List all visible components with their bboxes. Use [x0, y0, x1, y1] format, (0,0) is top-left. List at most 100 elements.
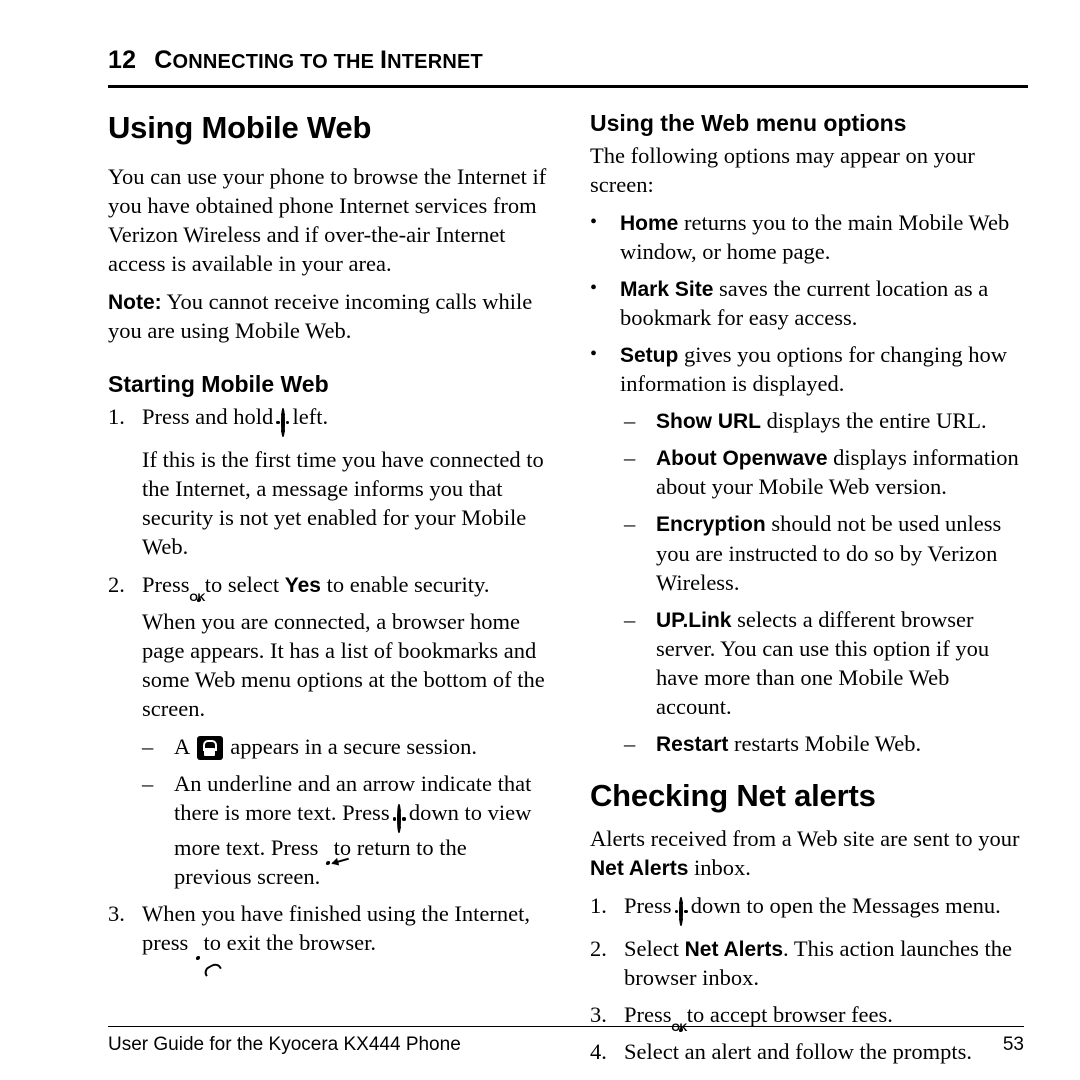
dash1-text-b: appears in a secure session.: [230, 734, 478, 760]
footer-guide-text: User Guide for the Kyocera KX444 Phone: [108, 1034, 461, 1055]
dash-marker: –: [624, 408, 636, 434]
dash-body: UP.Link selects a different browser serv…: [656, 605, 1028, 721]
note-text: You cannot receive incoming calls while …: [108, 289, 533, 344]
step1-text-b: left.: [292, 404, 329, 430]
alerts-intro-a: Alerts received from a Web site are sent…: [590, 825, 1020, 851]
page-number: 53: [1002, 1034, 1024, 1055]
dash1-text-a: A: [174, 734, 190, 760]
dash-marker: –: [624, 606, 636, 632]
list-item: 3. Press OK to accept browser fees.: [590, 1000, 1028, 1034]
dash-body: An underline and an arrow indicate that …: [174, 769, 548, 891]
dash-marker: –: [624, 445, 636, 471]
right-column: Using the Web menu options The following…: [590, 110, 1028, 1074]
dash-label: Restart: [656, 732, 729, 756]
alerts-step1-a: Press: [624, 892, 672, 918]
dash-label: Show URL: [656, 410, 761, 434]
bullet-label: Setup: [620, 344, 679, 368]
dash-marker: –: [142, 771, 154, 797]
bullet-label: Mark Site: [620, 278, 714, 302]
alerts-intro: Alerts received from a Web site are sent…: [590, 824, 1028, 882]
checking-net-alerts-heading: Checking Net alerts: [590, 777, 876, 813]
step2-followup: When you are connected, a browser home p…: [142, 609, 545, 722]
note-label: Note:: [108, 291, 162, 315]
starting-mobile-web-heading: Starting Mobile Web: [108, 371, 329, 398]
bullet-marker: •: [590, 211, 598, 234]
step1-text-a: Press and hold: [142, 404, 274, 430]
header-rule: [108, 85, 1028, 88]
step3-text-b: to exit the browser.: [203, 930, 376, 956]
step-marker: 2.: [108, 572, 125, 598]
list-item: 1. Press and hold left.: [108, 402, 548, 438]
footer-rule: [108, 1026, 1024, 1027]
dash-marker: –: [142, 734, 154, 760]
web-menu-options-heading: Using the Web menu options: [590, 110, 907, 136]
alerts-step1-b: down to open the Messages menu.: [690, 892, 1001, 918]
dash-body: About Openwave displays information abou…: [656, 443, 1028, 501]
list-item: 2. Select Net Alerts. This action launch…: [590, 934, 1028, 992]
list-item: – An underline and an arrow indicate tha…: [142, 769, 548, 891]
dash-body: Restart restarts Mobile Web.: [656, 729, 1028, 758]
navigation-key-icon: [276, 408, 290, 438]
list-item: – Encryption should not be used unless y…: [624, 509, 1028, 596]
bullet-label: Home: [620, 212, 679, 236]
step-body: Press down to open the Messages menu.: [624, 891, 1028, 926]
step2-bold: Yes: [284, 574, 321, 598]
page-title: Using Mobile Web: [108, 110, 372, 145]
bullet-body: Setup gives you options for changing how…: [620, 340, 1028, 398]
alerts-intro-b: inbox.: [688, 854, 751, 880]
step-body: Press OK to accept browser fees.: [624, 1002, 893, 1034]
list-item: – Restart restarts Mobile Web.: [624, 729, 1028, 758]
list-item: • Mark Site saves the current location a…: [590, 274, 1028, 332]
step-marker: 2.: [590, 935, 607, 961]
step-body: Press and hold left.: [142, 402, 548, 438]
manual-page: 12 CONNECTING TO THE INTERNET Using Mobi…: [0, 0, 1080, 1080]
dash-marker: –: [624, 730, 636, 756]
step-marker: 3.: [108, 901, 125, 927]
page-footer: User Guide for the Kyocera KX444 Phone 5…: [108, 1026, 1024, 1056]
starting-steps: 1. Press and hold left. If this is the f…: [108, 402, 548, 961]
note-paragraph: Note: You cannot receive incoming calls …: [108, 287, 548, 345]
list-item: – A appears in a secure session.: [142, 732, 548, 761]
bullet-body: Home returns you to the main Mobile Web …: [620, 208, 1028, 266]
dash-label: UP.Link: [656, 608, 732, 632]
list-item: – UP.Link selects a different browser se…: [624, 605, 1028, 721]
list-item: 2. Press OK to select Yes to enable secu…: [108, 570, 548, 605]
alerts-step3-b: to accept browser fees.: [686, 1002, 893, 1027]
dash-label: Encryption: [656, 513, 766, 537]
alerts-intro-bold: Net Alerts: [590, 856, 689, 880]
list-item: 3. When you have finished using the Inte…: [108, 899, 548, 961]
navigation-key-icon: [674, 896, 688, 926]
step2-text-c: to enable security.: [326, 572, 490, 598]
list-item: – Show URL displays the entire URL.: [624, 406, 1028, 435]
dash-label: About Openwave: [656, 447, 828, 471]
dash-body: Show URL displays the entire URL.: [656, 406, 1028, 435]
left-column: Using Mobile Web You can use your phone …: [108, 110, 548, 1074]
two-column-body: Using Mobile Web You can use your phone …: [108, 110, 1028, 1074]
bullet-body: Mark Site saves the current location as …: [620, 274, 1028, 332]
chapter-number: 12: [108, 46, 137, 74]
chapter-header: 12 CONNECTING TO THE INTERNET: [108, 46, 1024, 75]
list-item: – About Openwave displays information ab…: [624, 443, 1028, 501]
bullet-marker: •: [590, 343, 598, 366]
alerts-step3-a: Press: [624, 1002, 672, 1027]
lock-icon: [196, 736, 223, 761]
intro-paragraph: You can use your phone to browse the Int…: [108, 164, 547, 277]
step-marker: 1.: [590, 892, 607, 918]
step1-followup: If this is the first time you have conne…: [142, 447, 544, 560]
navigation-key-icon: [392, 804, 406, 834]
bullet-text: gives you options for changing how infor…: [620, 342, 1008, 397]
list-item: 1. Press down to open the Messages menu.: [590, 891, 1028, 926]
alerts-step2-bold: Net Alerts: [684, 937, 784, 961]
step2-text-b: to select: [204, 572, 280, 598]
bullet-marker: •: [590, 277, 598, 300]
bullet-text: returns you to the main Mobile Web windo…: [620, 210, 1010, 265]
list-item: • Setup gives you options for changing h…: [590, 340, 1028, 398]
dash-text: displays the entire URL.: [761, 408, 987, 434]
step-body: Press OK to select Yes to enable securit…: [142, 572, 490, 605]
dash-body: Encryption should not be used unless you…: [656, 509, 1028, 596]
dash-marker: –: [624, 511, 636, 537]
dash-text: restarts Mobile Web.: [728, 730, 922, 756]
step-body: When you have finished using the Interne…: [142, 899, 548, 961]
step2-text-a: Press: [142, 572, 190, 598]
list-item: • Home returns you to the main Mobile We…: [590, 208, 1028, 266]
